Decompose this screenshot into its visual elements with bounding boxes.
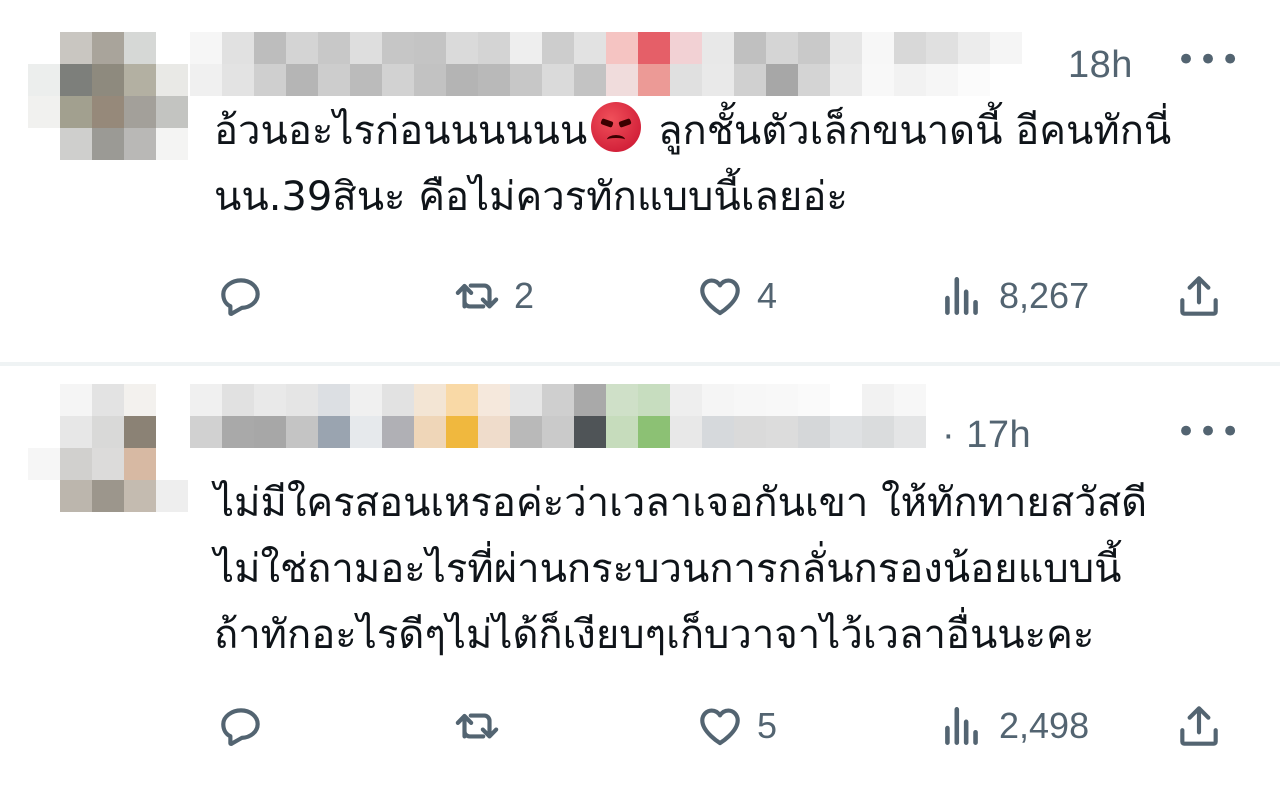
- like-button[interactable]: 5: [695, 696, 777, 756]
- views-icon: [945, 707, 978, 745]
- reply-button[interactable]: [216, 266, 278, 326]
- tweet-text: อ้วนอะไรก่อนนนนนน ลูกชั้นตัวเล็กขนาดนี้ …: [214, 98, 1254, 230]
- tweet-text-line: ไม่มีใครสอนเหรอค่ะว่าเวลาเจอกันเขา ให้ทั…: [214, 480, 1148, 526]
- username-blurred[interactable]: [190, 384, 934, 448]
- like-count: 5: [757, 705, 778, 746]
- angry-face-emoji: [591, 102, 642, 152]
- username-blurred[interactable]: [190, 32, 1054, 96]
- views-icon: [945, 277, 978, 315]
- tweet-text-line: นน.39สินะ คือไม่ควรทักแบบนี้เลยอ่ะ: [214, 174, 848, 220]
- tweet-text-line: ถ้าทักอะไรดีๆไม่ได้ก็เงียบๆเก็บวาจาไว้เว…: [214, 612, 1095, 658]
- retweet-button[interactable]: [452, 696, 514, 756]
- share-button[interactable]: [1174, 696, 1224, 756]
- avatar[interactable]: [28, 32, 188, 160]
- avatar[interactable]: [28, 384, 188, 512]
- views-button[interactable]: 8,267: [937, 266, 1089, 326]
- timestamp[interactable]: · 17h: [942, 414, 1031, 457]
- more-icon[interactable]: •••: [1176, 40, 1242, 80]
- retweet-icon: [455, 713, 499, 739]
- retweet-button[interactable]: 2: [452, 266, 534, 326]
- retweet-count: 2: [514, 275, 535, 316]
- action-bar: 2 4 8,267: [0, 266, 1280, 326]
- reply-icon: [221, 278, 260, 316]
- share-button[interactable]: [1174, 266, 1224, 326]
- like-count: 4: [757, 275, 778, 316]
- timestamp[interactable]: 18h: [1068, 44, 1133, 87]
- more-icon[interactable]: •••: [1176, 412, 1242, 452]
- like-icon: [700, 278, 740, 316]
- tweet[interactable]: 18h ••• อ้วนอะไรก่อนนนนนน ลูกชั้นตัวเล็ก…: [0, 0, 1280, 362]
- tweet-text-line: อ้วนอะไรก่อนนนนนน: [214, 108, 588, 154]
- tweet-text-line: ไม่ใช่ถามอะไรที่ผ่านกระบวนการกลั่นกรองน้…: [214, 546, 1122, 592]
- like-icon: [700, 708, 740, 746]
- reply-icon: [221, 708, 260, 746]
- reply-button[interactable]: [216, 696, 278, 756]
- tweet-text-line: ลูกชั้นตัวเล็กขนาดนี้ อีคนทักนี่: [657, 108, 1172, 154]
- action-bar: 5 2,498: [0, 696, 1280, 756]
- retweet-icon: [455, 283, 499, 309]
- share-icon: [1180, 706, 1218, 746]
- share-icon: [1180, 276, 1218, 316]
- tweet-text: ไม่มีใครสอนเหรอค่ะว่าเวลาเจอกันเขา ให้ทั…: [214, 470, 1254, 668]
- like-button[interactable]: 4: [695, 266, 777, 326]
- tweet[interactable]: · 17h ••• ไม่มีใครสอนเหรอค่ะว่าเวลาเจอกั…: [0, 366, 1280, 793]
- views-button[interactable]: 2,498: [937, 696, 1089, 756]
- view-count: 8,267: [999, 275, 1090, 316]
- view-count: 2,498: [999, 705, 1090, 746]
